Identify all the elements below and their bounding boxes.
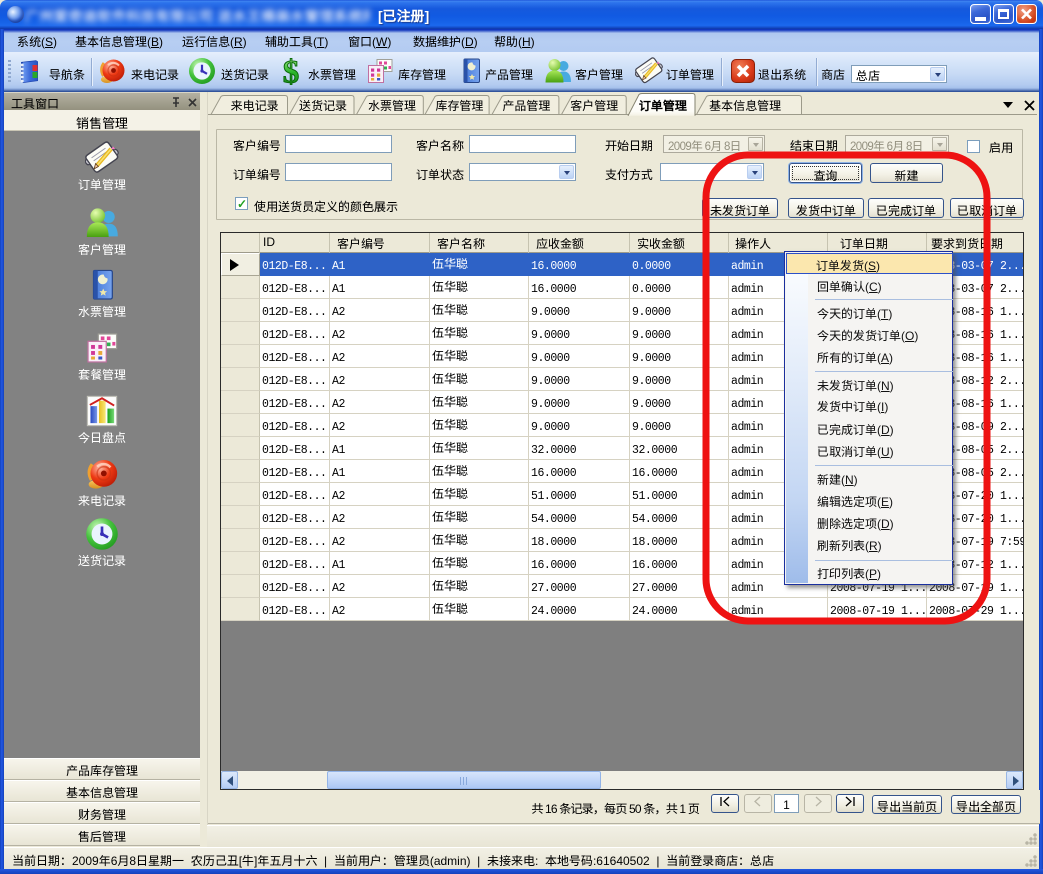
svg-text:$: $: [283, 57, 300, 85]
